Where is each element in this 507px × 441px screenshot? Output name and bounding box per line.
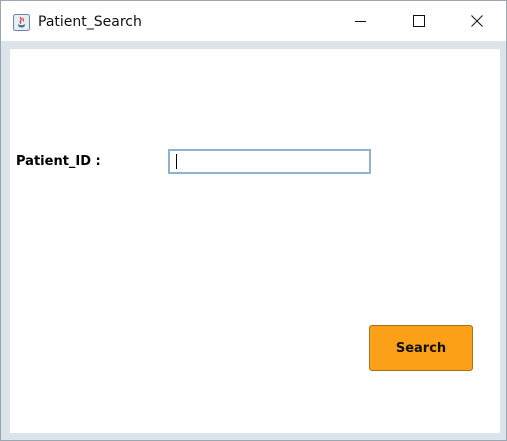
patient-id-label: Patient_ID : — [16, 154, 101, 169]
java-app-icon — [13, 14, 30, 31]
minimize-button[interactable] — [332, 1, 390, 41]
content-panel: Patient_ID : Search — [10, 49, 500, 433]
text-caret — [176, 154, 177, 169]
app-window: Patient_Search Patient_ID: Search — [0, 0, 507, 441]
search-button[interactable]: Search — [369, 325, 473, 371]
minimize-icon — [355, 12, 367, 31]
close-icon — [471, 12, 483, 31]
maximize-button[interactable] — [390, 1, 448, 41]
title-bar[interactable]: Patient_Search — [1, 1, 506, 41]
patient-id-input[interactable] — [168, 149, 371, 174]
maximize-icon — [413, 12, 425, 31]
window-title: Patient_Search — [38, 14, 142, 30]
close-button[interactable] — [448, 1, 506, 41]
